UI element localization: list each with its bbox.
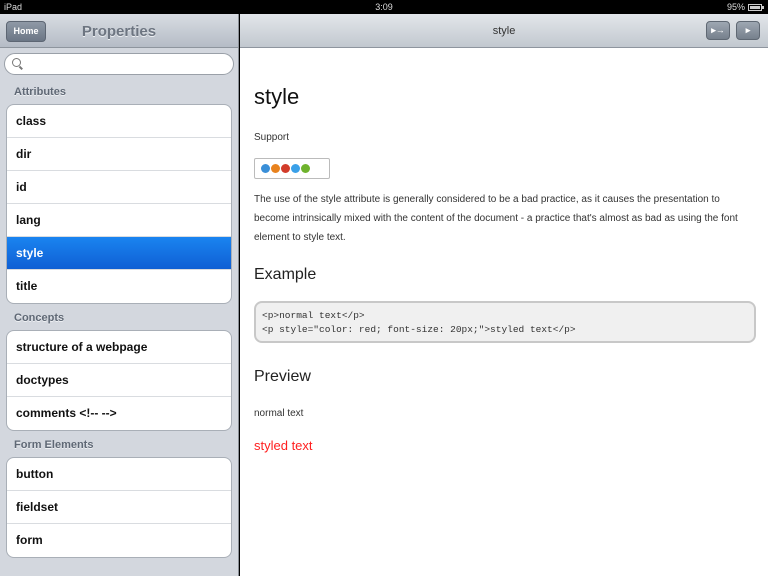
section-header-concepts: Concepts [14, 312, 65, 324]
preview-heading: Preview [254, 368, 311, 385]
browser-icon [271, 164, 280, 173]
sidebar: Home Properties Attributes class dir id … [0, 14, 239, 576]
preview-normal-text: normal text [254, 408, 304, 419]
battery-icon [748, 3, 764, 11]
sidebar-item-lang[interactable]: lang [7, 204, 231, 237]
sidebar-item-title[interactable]: title [7, 270, 231, 303]
detail-content: style Support The use of the style attri… [240, 84, 768, 453]
example-heading: Example [254, 266, 317, 283]
attributes-list: class dir id lang style title [6, 104, 232, 304]
search-box[interactable] [4, 53, 234, 75]
section-header-form-elements: Form Elements [14, 439, 94, 451]
concepts-list: structure of a webpage doctypes comments… [6, 330, 232, 431]
play-button[interactable]: ▸ [736, 21, 760, 40]
browser-icon [301, 164, 310, 173]
clock: 3:09 [375, 2, 393, 12]
section-header-attributes: Attributes [14, 86, 66, 98]
sidebar-item-button[interactable]: button [7, 458, 231, 491]
page-title: style [254, 84, 300, 109]
detail-pane: style ▸→ ▸ style Support The use of the … [240, 14, 768, 576]
sidebar-item-fieldset[interactable]: fieldset [7, 491, 231, 524]
code-line: <p style="color: red; font-size: 20px;">… [262, 324, 576, 335]
battery-percent: 95% [726, 2, 745, 12]
sidebar-item-structure[interactable]: structure of a webpage [7, 331, 231, 364]
sidebar-item-id[interactable]: id [7, 171, 231, 204]
browser-icon [281, 164, 290, 173]
search-bar [0, 48, 238, 78]
description-text: The use of the style attribute is genera… [254, 194, 738, 243]
preview-styled-text: styled text [254, 438, 313, 453]
browser-icon [261, 164, 270, 173]
detail-nav-bar: style ▸→ ▸ [240, 14, 768, 48]
status-bar: iPad 3:09 95% [0, 0, 768, 14]
sidebar-item-comments[interactable]: comments <!-- --> [7, 397, 231, 430]
sidebar-item-doctypes[interactable]: doctypes [7, 364, 231, 397]
search-icon [12, 58, 21, 67]
code-line: <p>normal text</p> [262, 310, 365, 321]
search-input[interactable] [25, 56, 225, 72]
forward-button[interactable]: ▸→ [706, 21, 730, 40]
battery-indicator: 95% [726, 2, 764, 12]
sidebar-item-form[interactable]: form [7, 524, 231, 557]
code-example: <p>normal text</p> <p style="color: red; … [254, 301, 756, 343]
sidebar-item-dir[interactable]: dir [7, 138, 231, 171]
support-label: Support [254, 132, 290, 143]
sidebar-item-class[interactable]: class [7, 105, 231, 138]
sidebar-nav-bar: Home Properties [0, 14, 238, 48]
sidebar-item-style[interactable]: style [7, 237, 231, 270]
form-elements-list: button fieldset form [6, 457, 232, 558]
sidebar-title: Properties [81, 23, 157, 40]
browser-icon [291, 164, 300, 173]
detail-nav-title: style [492, 25, 516, 37]
browser-support-icons [254, 158, 330, 179]
